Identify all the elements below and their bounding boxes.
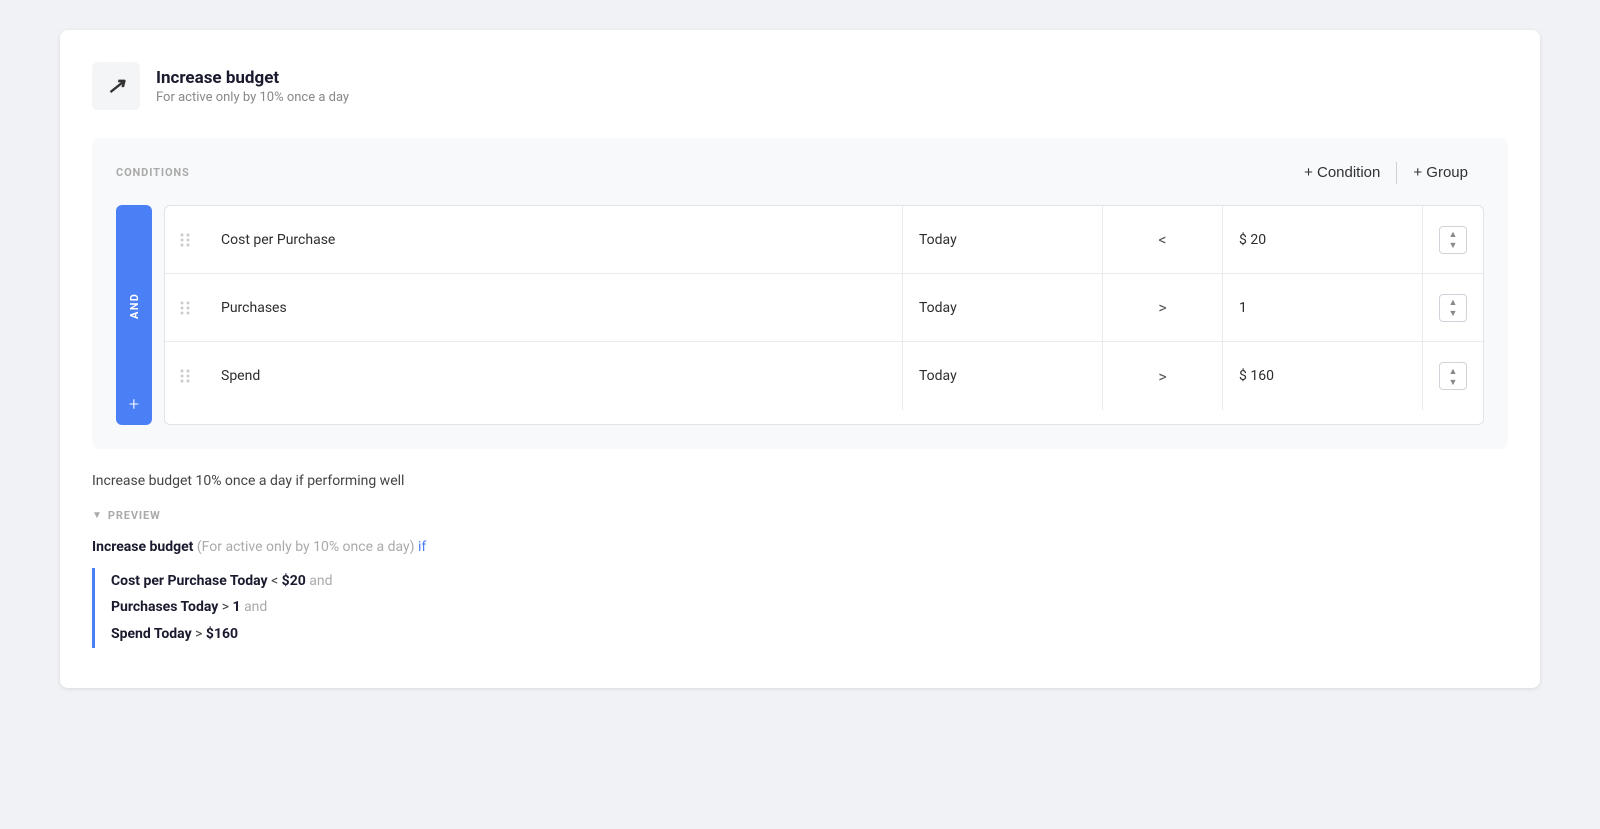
rule-subtitle: For active only by 10% once a day <box>156 90 349 105</box>
conditions-body: AND + <box>116 205 1484 425</box>
preview-operator: > <box>218 599 232 615</box>
preview-operator: < <box>268 573 282 589</box>
conditions-actions: + Condition + Group <box>1288 158 1484 187</box>
operator-cell: > <box>1103 274 1223 341</box>
time-cell: Today <box>903 206 1103 273</box>
preview-conditions: Cost per Purchase Today < $20 and Purcha… <box>92 568 1508 648</box>
header-text: Increase budget For active only by 10% o… <box>156 68 349 105</box>
spinner-button[interactable]: ▲ ▼ <box>1439 226 1467 254</box>
value-cell: 1 <box>1223 274 1423 341</box>
preview-line-bold: Spend Today <box>111 626 192 642</box>
metric-cell: Purchases <box>205 274 903 341</box>
time-cell: Today <box>903 274 1103 341</box>
preview-toggle[interactable]: ▼ PREVIEW <box>92 509 1508 522</box>
conditions-section: CONDITIONS + Condition + Group AND + <box>92 138 1508 449</box>
list-item: Cost per Purchase Today < $20 and <box>111 568 1508 595</box>
drag-handle-icon[interactable] <box>165 300 205 316</box>
list-item: Purchases Today > 1 and <box>111 594 1508 621</box>
drag-handle-icon[interactable] <box>165 232 205 248</box>
preview-content: Increase budget (For active only by 10% … <box>92 536 1508 560</box>
preview-intro-bold: Increase budget <box>92 539 193 555</box>
preview-line-bold: Purchases Today <box>111 599 218 615</box>
preview-value: 1 <box>233 599 241 615</box>
and-label: AND <box>128 217 141 394</box>
operator-cell: < <box>1103 206 1223 273</box>
metric-cell: Cost per Purchase <box>205 206 903 273</box>
preview-section: ▼ PREVIEW Increase budget (For active on… <box>92 509 1508 648</box>
spinner-button[interactable]: ▲ ▼ <box>1439 294 1467 322</box>
drag-handle-icon[interactable] <box>165 368 205 384</box>
and-bar: AND + <box>116 205 152 425</box>
description-text: Increase budget 10% once a day if perfor… <box>92 473 1508 489</box>
main-card: ↗ Increase budget For active only by 10%… <box>60 30 1540 688</box>
actions-cell: ▲ ▼ <box>1423 206 1483 273</box>
rule-icon: ↗ <box>92 62 140 110</box>
chevron-down-icon: ▼ <box>92 510 102 521</box>
add-condition-button[interactable]: + Condition <box>1288 158 1396 187</box>
spinner-button[interactable]: ▲ ▼ <box>1439 362 1467 390</box>
preview-suffix: and <box>241 599 268 615</box>
time-cell: Today <box>903 342 1103 410</box>
preview-value: $160 <box>206 626 238 642</box>
conditions-label: CONDITIONS <box>116 166 190 179</box>
and-plus-button[interactable]: + <box>129 394 139 415</box>
conditions-header: CONDITIONS + Condition + Group <box>116 158 1484 187</box>
table-row: Spend Today > $ 160 ▲ ▼ <box>165 342 1483 410</box>
value-cell: $ 160 <box>1223 342 1423 410</box>
preview-label: PREVIEW <box>108 509 161 522</box>
operator-cell: > <box>1103 342 1223 410</box>
table-row: Cost per Purchase Today < $ 20 ▲ ▼ <box>165 206 1483 274</box>
preview-intro-grey: (For active only by 10% once a day) <box>193 539 418 555</box>
metric-cell: Spend <box>205 342 903 410</box>
preview-line-bold: Cost per Purchase Today <box>111 573 268 589</box>
preview-suffix: and <box>306 573 333 589</box>
preview-operator: > <box>192 626 206 642</box>
actions-cell: ▲ ▼ <box>1423 342 1483 410</box>
add-group-button[interactable]: + Group <box>1397 158 1484 187</box>
actions-cell: ▲ ▼ <box>1423 274 1483 341</box>
conditions-table: Cost per Purchase Today < $ 20 ▲ ▼ <box>164 205 1484 425</box>
preview-intro-blue: if <box>418 539 426 555</box>
rule-header: ↗ Increase budget For active only by 10%… <box>92 62 1508 110</box>
rule-title: Increase budget <box>156 68 349 88</box>
preview-value: $20 <box>282 573 306 589</box>
table-row: Purchases Today > 1 ▲ ▼ <box>165 274 1483 342</box>
list-item: Spend Today > $160 <box>111 621 1508 648</box>
value-cell: $ 20 <box>1223 206 1423 273</box>
